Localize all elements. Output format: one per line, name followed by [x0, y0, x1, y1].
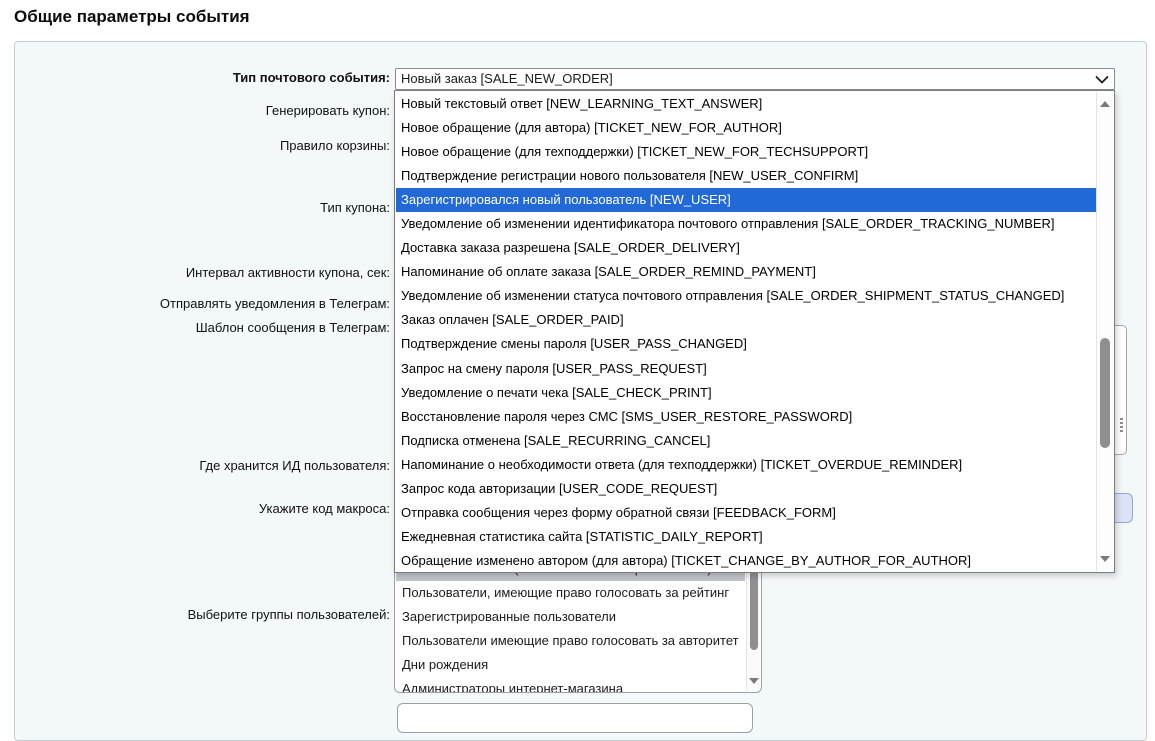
label-telegram-template: Шаблон сообщения в Телеграм: [20, 320, 390, 336]
dropdown-option[interactable]: Зарегистрировался новый пользователь [NE… [396, 188, 1096, 212]
dropdown-option[interactable]: Подтверждение регистрации нового пользов… [396, 164, 1096, 188]
dropdown-scrollbar-thumb[interactable] [1100, 338, 1110, 448]
dropdown-option[interactable]: Уведомление о печати чека [SALE_CHECK_PR… [396, 381, 1096, 405]
dropdown-option[interactable]: Напоминание об оплате заказа [SALE_ORDER… [396, 260, 1096, 284]
dropdown-option[interactable]: Подписка отменена [SALE_RECURRING_CANCEL… [396, 429, 1096, 453]
dropdown-option[interactable]: Обращение изменено автором (для автора) … [396, 549, 1096, 571]
dropdown-scrollbar[interactable] [1096, 92, 1113, 571]
groups-scrollbar[interactable] [746, 554, 760, 691]
scroll-down-icon[interactable] [1100, 556, 1110, 562]
user-groups-listbox[interactable]: Все пользователи (в том числе неавторизо… [394, 552, 762, 693]
textarea-scrollbar[interactable] [1120, 418, 1123, 432]
event-type-select-value: Новый заказ [SALE_NEW_ORDER] [401, 71, 613, 86]
dropdown-option[interactable]: Новое обращение (для автора) [TICKET_NEW… [396, 116, 1096, 140]
scroll-up-icon[interactable] [1100, 101, 1110, 107]
user-group-option[interactable]: Администраторы интернет-магазина [396, 677, 745, 693]
label-coupon-interval: Интервал активности купона, сек: [20, 265, 390, 281]
dropdown-option[interactable]: Отправка сообщения через форму обратной … [396, 501, 1096, 525]
groups-scrollbar-thumb[interactable] [750, 568, 758, 650]
user-groups-options: Все пользователи (в том числе неавторизо… [396, 557, 745, 693]
user-group-option[interactable]: Зарегистрированные пользователи [396, 605, 745, 629]
label-telegram-notify: Отправлять уведомления в Телеграм: [20, 296, 390, 312]
partial-select-box[interactable] [397, 703, 753, 733]
label-coupon-type: Тип купона: [20, 200, 390, 216]
label-macro-code: Укажите код макроса: [20, 501, 390, 517]
event-type-options: Новый текстовый ответ [NEW_LEARNING_TEXT… [396, 92, 1096, 571]
dropdown-option[interactable]: Уведомление об изменении статуса почтово… [396, 284, 1096, 308]
dropdown-option[interactable]: Восстановление пароля через СМС [SMS_USE… [396, 405, 1096, 429]
dropdown-option[interactable]: Подтверждение смены пароля [USER_PASS_CH… [396, 332, 1096, 356]
user-group-option[interactable]: Дни рождения [396, 653, 745, 677]
dropdown-option[interactable]: Заказ оплачен [SALE_ORDER_PAID] [396, 308, 1096, 332]
groups-scroll-down-icon[interactable] [749, 678, 759, 684]
event-type-dropdown: Новый текстовый ответ [NEW_LEARNING_TEXT… [394, 90, 1115, 573]
dropdown-option[interactable]: Новый текстовый ответ [NEW_LEARNING_TEXT… [396, 92, 1096, 116]
dropdown-option[interactable]: Запрос на смену пароля [USER_PASS_REQUES… [396, 357, 1096, 381]
label-event-type: Тип почтового события: [20, 70, 390, 86]
label-user-groups: Выберите группы пользователей: [20, 607, 390, 623]
user-group-option[interactable]: Пользователи имеющие право голосовать за… [396, 629, 745, 653]
chevron-down-icon [1095, 75, 1109, 85]
label-user-id-storage: Где хранится ИД пользователя: [20, 458, 390, 474]
dropdown-option[interactable]: Ежедневная статистика сайта [STATISTIC_D… [396, 525, 1096, 549]
dropdown-option[interactable]: Запрос кода авторизации [USER_CODE_REQUE… [396, 477, 1096, 501]
label-generate-coupon: Генерировать купон: [20, 103, 390, 119]
dropdown-option[interactable]: Новое обращение (для техподдержки) [TICK… [396, 140, 1096, 164]
dropdown-option[interactable]: Уведомление об изменении идентификатора … [396, 212, 1096, 236]
page-title: Общие параметры события [14, 7, 250, 27]
label-basket-rule: Правило корзины: [20, 138, 390, 154]
dropdown-option[interactable]: Напоминание о необходимости ответа (для … [396, 453, 1096, 477]
dropdown-option[interactable]: Доставка заказа разрешена [SALE_ORDER_DE… [396, 236, 1096, 260]
user-group-option[interactable]: Пользователи, имеющие право голосовать з… [396, 581, 745, 605]
event-type-select[interactable]: Новый заказ [SALE_NEW_ORDER] [395, 68, 1115, 90]
